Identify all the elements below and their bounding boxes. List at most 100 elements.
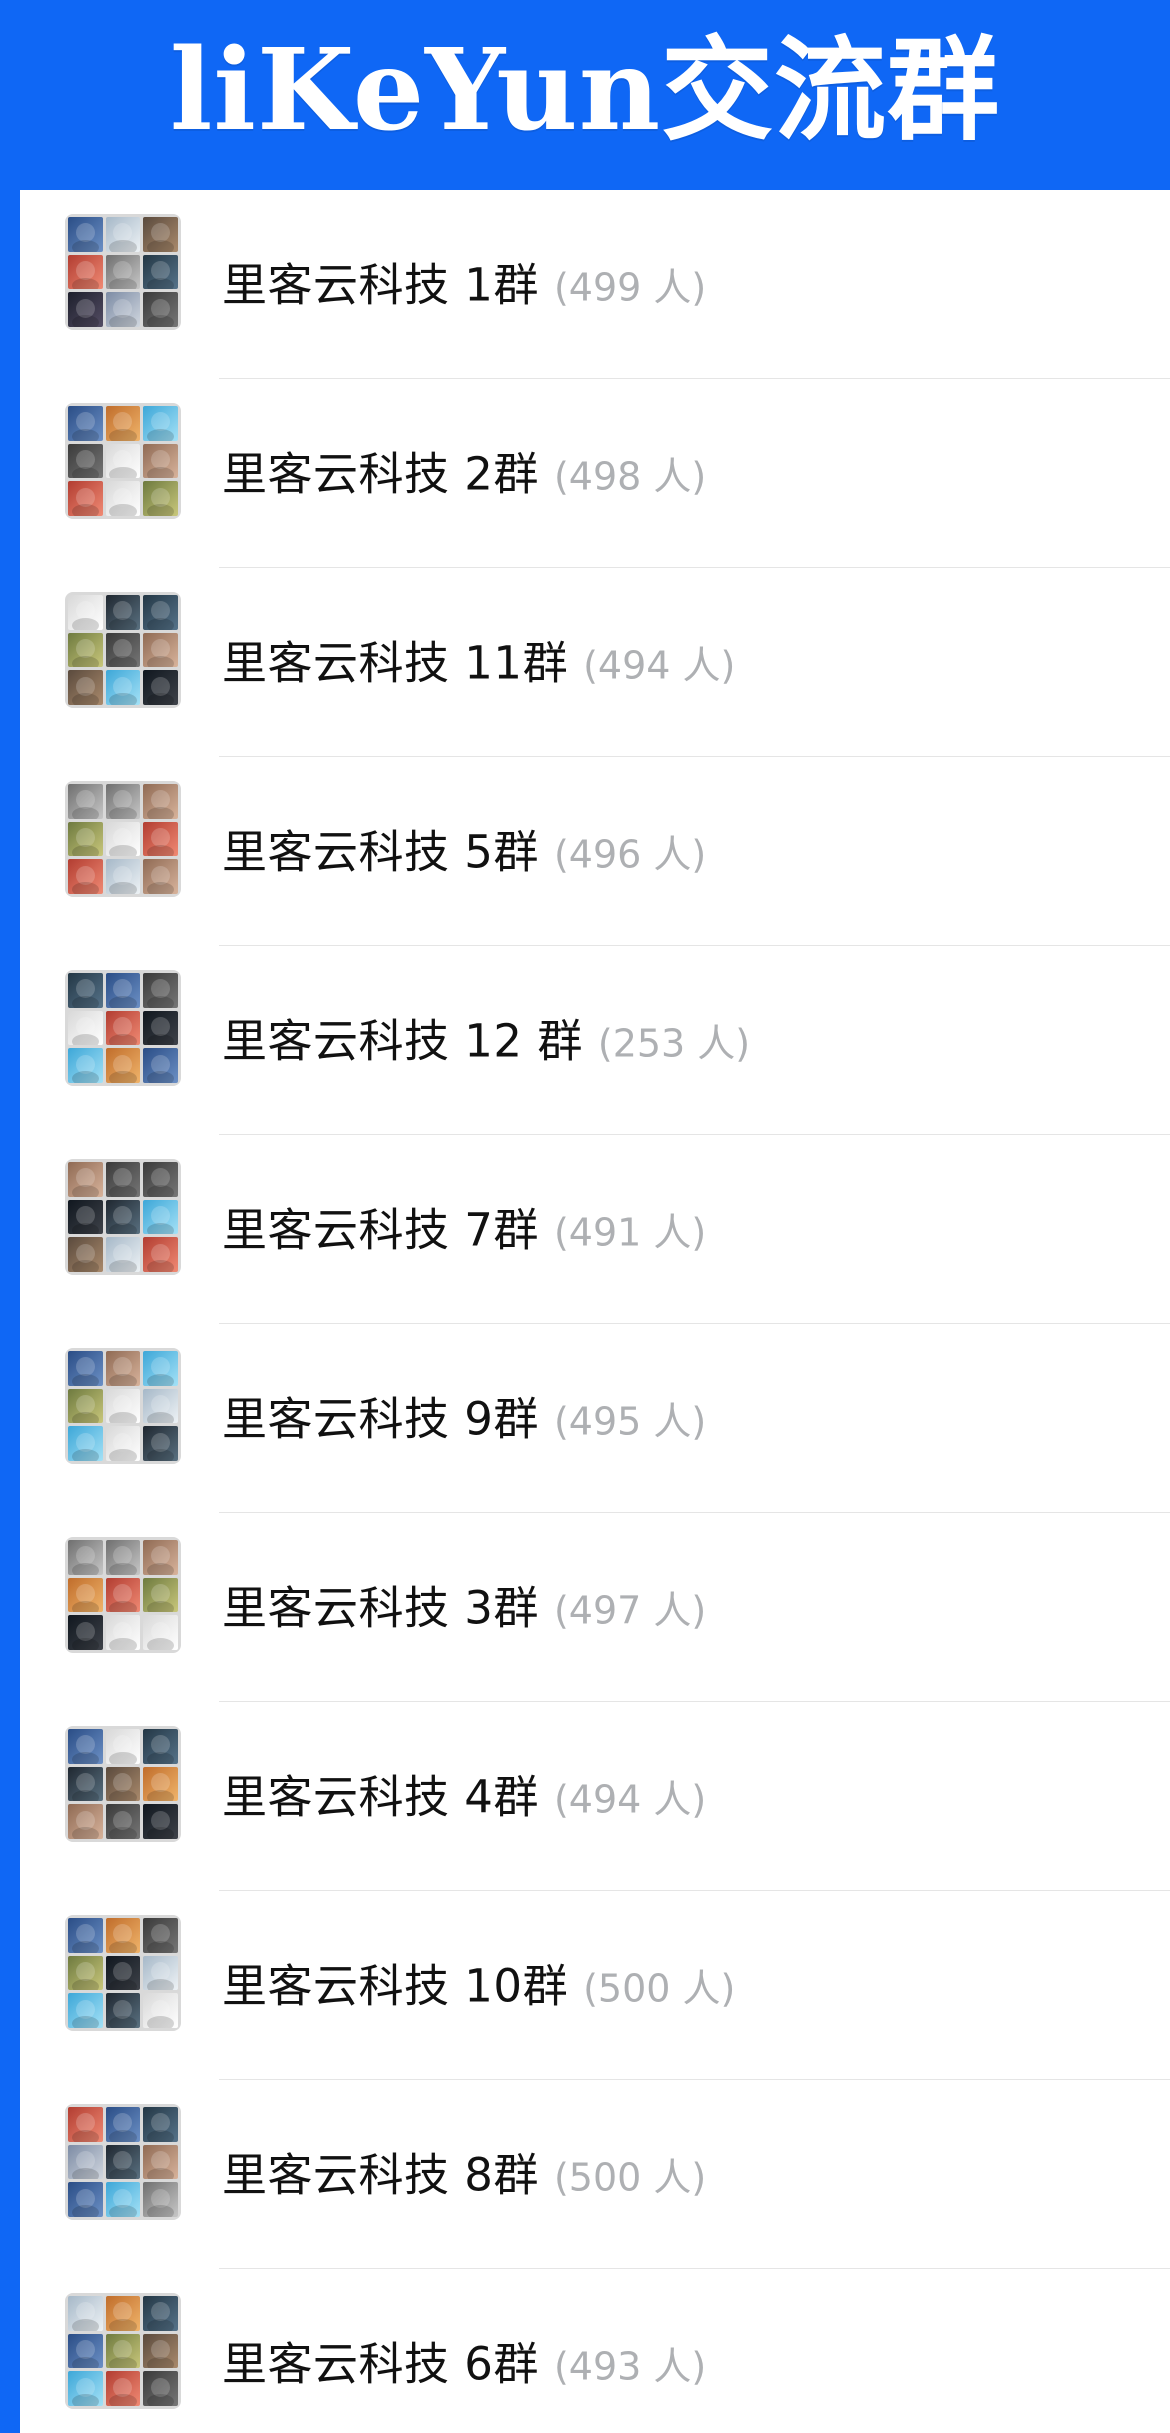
- group-label: 里客云科技 3群 (497 人): [222, 1585, 706, 1630]
- group-name: 里客云科技 8群: [222, 2148, 539, 2201]
- member-avatar-tile: [143, 292, 178, 327]
- group-name: 里客云科技 3群: [222, 1581, 539, 1634]
- member-avatar-tile: [105, 1729, 141, 1764]
- group-name: 里客云科技 11群: [222, 636, 569, 689]
- member-avatar-tile: [143, 2296, 178, 2331]
- group-row-10[interactable]: 里客云科技 10群 (500 人): [20, 1891, 1170, 2080]
- group-row-5[interactable]: 里客云科技 12 群 (253 人): [20, 946, 1170, 1135]
- member-avatar-tile: [143, 217, 178, 252]
- member-avatar-tile: [143, 1804, 178, 1839]
- member-count: (500 人): [553, 2155, 707, 2199]
- group-row-7[interactable]: 里客云科技 9群 (495 人): [20, 1324, 1170, 1513]
- member-avatar-tile: [105, 784, 141, 819]
- member-avatar-tile: [143, 1540, 178, 1575]
- member-count: (498 人): [553, 454, 707, 498]
- group-name: 里客云科技 6群: [222, 2337, 539, 2390]
- member-avatar-tile: [105, 292, 141, 327]
- member-avatar-tile: [105, 217, 141, 252]
- member-avatar-tile: [143, 1162, 178, 1197]
- member-avatar-tile: [68, 1993, 103, 2028]
- member-avatar-tile: [68, 1804, 103, 1839]
- member-avatar-tile: [105, 2107, 141, 2142]
- group-row-11[interactable]: 里客云科技 8群 (500 人): [20, 2080, 1170, 2269]
- member-avatar-tile: [143, 1577, 178, 1613]
- member-avatar-tile: [143, 406, 178, 441]
- member-avatar-tile: [143, 1237, 178, 1272]
- group-name: 里客云科技 10群: [222, 1959, 569, 2012]
- member-avatar-tile: [105, 1010, 141, 1046]
- member-avatar-tile: [68, 217, 103, 252]
- group-row-1[interactable]: 里客云科技 1群 (499 人): [20, 190, 1170, 379]
- member-avatar-tile: [68, 632, 103, 668]
- member-avatar-tile: [143, 2107, 178, 2142]
- member-avatar-tile: [68, 2182, 103, 2217]
- member-avatar-tile: [143, 595, 178, 630]
- group-avatar-icon: [65, 1159, 181, 1275]
- member-avatar-tile: [105, 1615, 141, 1650]
- member-avatar-tile: [68, 1162, 103, 1197]
- member-count: (493 人): [553, 2344, 707, 2388]
- member-avatar-tile: [143, 2182, 178, 2217]
- group-avatar-icon: [65, 1537, 181, 1653]
- member-avatar-tile: [143, 1955, 178, 1991]
- member-avatar-tile: [105, 1918, 141, 1953]
- member-avatar-tile: [68, 292, 103, 327]
- member-avatar-tile: [143, 973, 178, 1008]
- group-row-3[interactable]: 里客云科技 11群 (494 人): [20, 568, 1170, 757]
- group-avatar-icon: [65, 592, 181, 708]
- member-avatar-tile: [68, 1766, 103, 1802]
- member-avatar-tile: [143, 670, 178, 705]
- banner: liKeYun交流群: [10, 10, 1160, 180]
- member-count: (495 人): [553, 1399, 707, 1443]
- member-avatar-tile: [143, 1766, 178, 1802]
- member-avatar-tile: [143, 1388, 178, 1424]
- group-row-2[interactable]: 里客云科技 2群 (498 人): [20, 379, 1170, 568]
- member-avatar-tile: [105, 1426, 141, 1461]
- member-avatar-tile: [143, 1729, 178, 1764]
- group-avatar-icon: [65, 2104, 181, 2220]
- member-avatar-tile: [105, 821, 141, 857]
- group-label: 里客云科技 1群 (499 人): [222, 262, 706, 307]
- member-avatar-tile: [105, 1048, 141, 1083]
- group-label: 里客云科技 10群 (500 人): [222, 1963, 735, 2008]
- member-avatar-tile: [68, 859, 103, 894]
- member-avatar-tile: [68, 1615, 103, 1650]
- member-avatar-tile: [68, 2144, 103, 2180]
- group-row-8[interactable]: 里客云科技 3群 (497 人): [20, 1513, 1170, 1702]
- group-name: 里客云科技 7群: [222, 1203, 539, 1256]
- member-avatar-tile: [68, 254, 103, 290]
- member-avatar-tile: [143, 1918, 178, 1953]
- member-avatar-tile: [143, 859, 178, 894]
- member-avatar-tile: [143, 1351, 178, 1386]
- member-avatar-tile: [105, 1577, 141, 1613]
- member-count: (500 人): [583, 1966, 736, 2010]
- member-avatar-tile: [68, 443, 103, 479]
- group-label: 里客云科技 9群 (495 人): [222, 1396, 706, 1441]
- group-name: 里客云科技 12 群: [222, 1014, 583, 1067]
- member-count: (497 人): [553, 1588, 707, 1632]
- member-avatar-tile: [68, 2107, 103, 2142]
- member-avatar-tile: [105, 859, 141, 894]
- member-avatar-tile: [143, 821, 178, 857]
- member-avatar-tile: [143, 1993, 178, 2028]
- member-count: (494 人): [583, 643, 736, 687]
- member-avatar-tile: [143, 1199, 178, 1235]
- group-row-6[interactable]: 里客云科技 7群 (491 人): [20, 1135, 1170, 1324]
- member-avatar-tile: [143, 632, 178, 668]
- member-avatar-tile: [68, 2333, 103, 2369]
- page-frame: liKeYun交流群 里客云科技 1群 (499 人) 里客云科技 2群 (49…: [0, 0, 1170, 2433]
- member-avatar-tile: [68, 1540, 103, 1575]
- group-label: 里客云科技 8群 (500 人): [222, 2152, 706, 2197]
- group-label: 里客云科技 6群 (493 人): [222, 2341, 706, 2386]
- group-row-9[interactable]: 里客云科技 4群 (494 人): [20, 1702, 1170, 1891]
- member-avatar-tile: [68, 1388, 103, 1424]
- group-row-4[interactable]: 里客云科技 5群 (496 人): [20, 757, 1170, 946]
- member-avatar-tile: [68, 1955, 103, 1991]
- member-avatar-tile: [105, 670, 141, 705]
- group-label: 里客云科技 5群 (496 人): [222, 829, 706, 874]
- member-avatar-tile: [105, 2296, 141, 2331]
- member-avatar-tile: [105, 632, 141, 668]
- member-avatar-tile: [105, 481, 141, 516]
- member-avatar-tile: [105, 973, 141, 1008]
- group-row-12[interactable]: 里客云科技 6群 (493 人): [20, 2269, 1170, 2433]
